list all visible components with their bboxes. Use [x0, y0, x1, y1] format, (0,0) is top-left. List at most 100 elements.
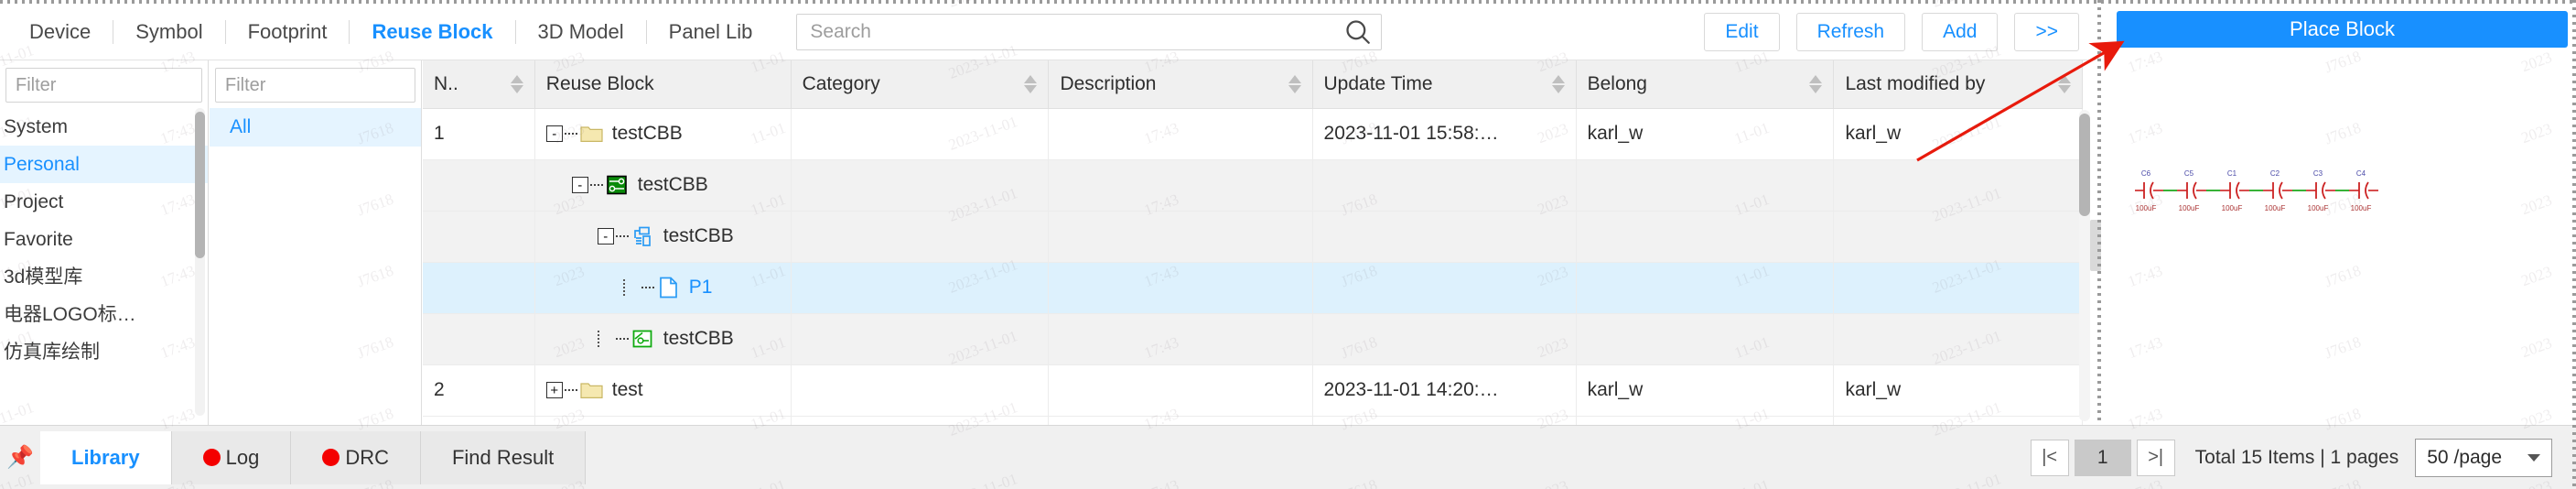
- refresh-button[interactable]: Refresh: [1795, 12, 1906, 51]
- current-page-button[interactable]: 1: [2074, 439, 2131, 476]
- bottom-tab-find-result[interactable]: Find Result: [420, 430, 587, 484]
- sort-toggle-icon[interactable]: [1288, 74, 1301, 93]
- column-header-description[interactable]: Description: [1048, 60, 1313, 109]
- column-header-reuse-block[interactable]: Reuse Block: [534, 60, 792, 109]
- capacitor-chain-schematic: C6 100uF C5 100uF C1 100uF C2 100uF C3 100uF C4 100…: [2135, 169, 2378, 212]
- subcategory-item[interactable]: All: [210, 108, 421, 147]
- tab-symbol[interactable]: Symbol: [113, 4, 224, 60]
- column-header-update-time[interactable]: Update Time: [1312, 60, 1577, 109]
- bottom-tab-drc[interactable]: DRC: [291, 430, 421, 484]
- category-list: System Personal Project Favorite 3d模型库 电器LOGO…: [0, 108, 208, 419]
- collapse-node-icon[interactable]: -: [545, 125, 563, 142]
- cell-description: [1048, 313, 1313, 365]
- table-row[interactable]: P1: [423, 262, 2083, 314]
- place-block-button[interactable]: Place Block: [2117, 11, 2568, 48]
- column-header-label: Update Time: [1323, 72, 1433, 94]
- sort-toggle-icon[interactable]: [2058, 74, 2071, 93]
- collapse-node-icon[interactable]: -: [571, 177, 588, 193]
- category-item[interactable]: Personal: [0, 146, 208, 183]
- tab-panel-lib[interactable]: Panel Lib: [647, 4, 775, 60]
- svg-text:C5: C5: [2184, 169, 2194, 178]
- cell-description: [1048, 159, 1313, 212]
- cell-belong: karl_w: [1576, 416, 1835, 425]
- more-button[interactable]: >>: [2014, 12, 2079, 51]
- error-indicator-icon: [322, 449, 340, 466]
- cell-reuse-block[interactable]: testCBB: [534, 313, 792, 365]
- cell-category: [791, 313, 1050, 365]
- category-item[interactable]: Favorite: [0, 221, 208, 258]
- table-row[interactable]: - testCBB: [423, 159, 2083, 212]
- sort-toggle-icon[interactable]: [1024, 74, 1038, 93]
- cell-index: [423, 211, 535, 263]
- cell-last-modified-by: karl_w: [1833, 364, 2083, 417]
- svg-text:100uF: 100uF: [2136, 204, 2157, 212]
- reuse-block-name: testCBB: [637, 174, 708, 195]
- subcategory-filter-box[interactable]: [215, 68, 500, 103]
- last-page-button[interactable]: >|: [2136, 439, 2175, 476]
- table-row[interactable]: testCBB: [423, 313, 2083, 365]
- column-header-belong[interactable]: Belong: [1576, 60, 1835, 109]
- cell-category: [791, 211, 1050, 263]
- tab-3d-model[interactable]: 3D Model: [516, 4, 646, 60]
- cell-reuse-block[interactable]: - testCBB: [534, 211, 792, 263]
- sort-toggle-icon[interactable]: [1551, 74, 1565, 93]
- table-row[interactable]: 3+GD32以太网..2023-07-31 17:29karl_wkarl_w: [423, 416, 2083, 425]
- cell-reuse-block[interactable]: - testCBB: [534, 159, 792, 212]
- cell-reuse-block[interactable]: - testCBB: [534, 108, 792, 160]
- category-item[interactable]: 电器LOGO标…: [0, 296, 208, 333]
- page-icon: [659, 277, 677, 299]
- panel-divider-dotted: [2097, 0, 2101, 425]
- category-item[interactable]: 3d模型库: [0, 258, 208, 296]
- tree-connector: [564, 389, 577, 391]
- collapse-node-icon[interactable]: -: [597, 228, 614, 244]
- tab-footprint[interactable]: Footprint: [226, 4, 350, 60]
- bottom-tab-label: Log: [225, 445, 260, 469]
- cell-reuse-block[interactable]: +GD32以太网..: [534, 416, 792, 425]
- category-item[interactable]: 仿真库绘制: [0, 333, 208, 371]
- expand-node-icon[interactable]: +: [545, 382, 563, 398]
- bottom-tab-library[interactable]: Library: [40, 430, 172, 484]
- cell-reuse-block[interactable]: P1: [534, 262, 792, 314]
- column-header-label: Reuse Block: [545, 72, 654, 94]
- page-size-select[interactable]: 50 /page: [2415, 438, 2552, 477]
- svg-text:100uF: 100uF: [2222, 204, 2243, 212]
- category-scrollbar-thumb[interactable]: [195, 112, 205, 258]
- pin-icon[interactable]: 📌: [0, 444, 40, 471]
- table-row[interactable]: - testCBB: [423, 211, 2083, 263]
- table-row[interactable]: 2 + test 2023-11-01 14:20:… karl_w karl_w: [423, 364, 2083, 417]
- column-header-label: Last modified by: [1845, 72, 1986, 94]
- preview-panel: Place Block C6 100uF C5 100uF C1 100uF C2 100uF…: [2105, 4, 2576, 425]
- search-input[interactable]: [797, 20, 1343, 43]
- sort-toggle-icon[interactable]: [1809, 74, 1823, 93]
- cell-update-time: 2023-11-01 15:58:…: [1312, 108, 1577, 160]
- first-page-button[interactable]: |<: [2030, 439, 2069, 476]
- cell-category: [791, 159, 1050, 212]
- svg-text:100uF: 100uF: [2351, 204, 2372, 212]
- column-header-label: Belong: [1587, 72, 1647, 94]
- category-item[interactable]: System: [0, 108, 208, 146]
- block-preview-canvas[interactable]: C6 100uF C5 100uF C1 100uF C2 100uF C3 100uF C4 100…: [2117, 55, 2568, 412]
- tree-connector: [589, 184, 603, 186]
- cell-last-modified-by: karl_w: [1833, 416, 2083, 425]
- search-box[interactable]: [796, 13, 1383, 50]
- cell-reuse-block[interactable]: + test: [534, 364, 792, 417]
- edit-button[interactable]: Edit: [1704, 12, 1780, 51]
- cell-index: 1: [423, 108, 535, 160]
- column-header-category[interactable]: Category: [791, 60, 1050, 109]
- chevron-down-icon: [2527, 453, 2540, 462]
- reuse-block-table: N.. Reuse Block Category Description Update …: [423, 60, 2096, 425]
- add-button[interactable]: Add: [1922, 12, 1999, 51]
- tab-reuse-block[interactable]: Reuse Block: [350, 4, 514, 60]
- bottom-tab-label: Find Result: [451, 445, 555, 469]
- bottom-tab-log[interactable]: Log: [171, 430, 292, 484]
- column-header-n[interactable]: N..: [423, 60, 535, 109]
- table-scrollbar-thumb[interactable]: [2079, 114, 2090, 216]
- category-filter-box[interactable]: [5, 68, 290, 103]
- sort-toggle-icon[interactable]: [510, 74, 523, 93]
- table-row[interactable]: 1- testCBB 2023-11-01 15:58:… karl_w karl_w: [423, 108, 2083, 160]
- cell-belong: [1576, 211, 1835, 263]
- column-header-last-modified-by[interactable]: Last modified by: [1833, 60, 2083, 109]
- tab-device[interactable]: Device: [7, 4, 113, 60]
- reuse-block-name: testCBB: [663, 225, 734, 246]
- category-item[interactable]: Project: [0, 183, 208, 221]
